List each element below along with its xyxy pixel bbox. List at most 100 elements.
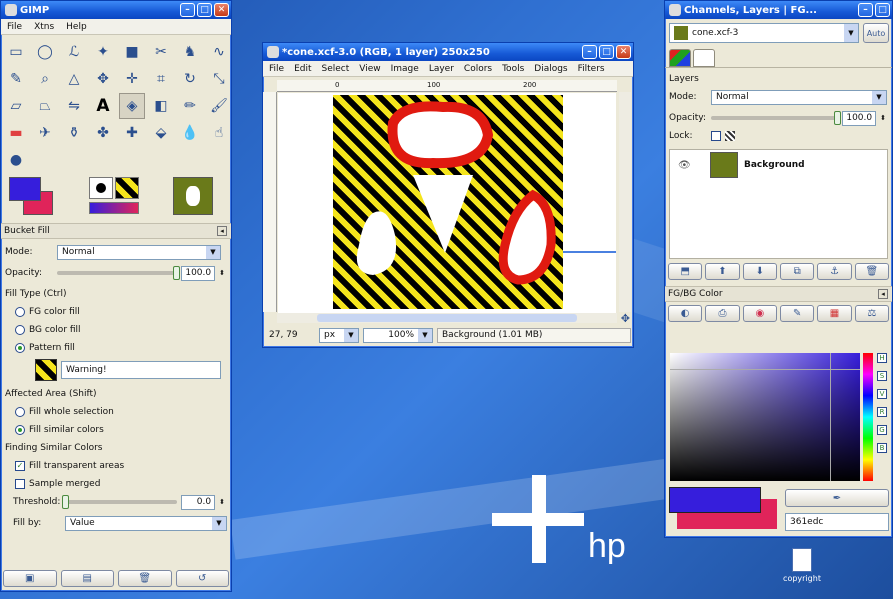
scissors-icon[interactable]: ✂ <box>148 39 174 65</box>
menu-view[interactable]: View <box>359 64 380 74</box>
maximize-button[interactable]: □ <box>197 3 212 17</box>
horizontal-ruler[interactable]: 0 100 200 <box>277 80 617 92</box>
palette-tab[interactable]: ▦ <box>817 305 852 322</box>
bg-fill-option[interactable]: BG color fill <box>1 321 231 339</box>
menu-file[interactable]: File <box>7 22 22 32</box>
zoom-select[interactable]: 100% ▼ <box>363 327 433 343</box>
color-picker-icon[interactable]: ✎ <box>3 66 29 92</box>
fgbg-swatches[interactable] <box>669 487 779 531</box>
menu-colors[interactable]: Colors <box>464 64 492 74</box>
menu-image[interactable]: Image <box>391 64 419 74</box>
ink-icon[interactable]: ⚱ <box>61 120 87 146</box>
menu-dialogs[interactable]: Dialogs <box>534 64 567 74</box>
scales-tab[interactable]: ⚖ <box>854 305 889 322</box>
delete-layer-button[interactable]: 🗑 <box>854 263 889 280</box>
raise-layer-button[interactable]: ⬆ <box>705 263 740 280</box>
toolbox-titlebar[interactable]: GIMP – □ ✕ <box>1 1 231 19</box>
hex-input[interactable]: 361edc <box>785 513 889 531</box>
threshold-slider-knob[interactable] <box>62 495 69 509</box>
opacity-slider-knob[interactable] <box>173 266 181 280</box>
pattern-fill-radio[interactable] <box>15 343 25 353</box>
lower-layer-button[interactable]: ⬇ <box>742 263 777 280</box>
panel-menu-icon[interactable]: ◂ <box>217 226 227 236</box>
crop-icon[interactable]: ⌗ <box>148 66 174 92</box>
auto-button[interactable]: Auto <box>863 23 889 43</box>
image-titlebar[interactable]: *cone.xcf-3.0 (RGB, 1 layer) 250x250 – □… <box>263 43 633 61</box>
gimp-selector-tab[interactable]: ◐ <box>668 305 703 322</box>
bucket-fill-icon[interactable]: ◈ <box>119 93 145 119</box>
dodge-burn-icon[interactable]: ● <box>3 147 29 173</box>
image-canvas[interactable] <box>333 95 563 309</box>
measure-icon[interactable]: △ <box>61 66 87 92</box>
eye-icon[interactable]: 👁 <box>678 160 704 171</box>
image-select[interactable]: cone.xcf-3 ▼ <box>669 23 859 43</box>
channel-b-toggle[interactable]: B <box>877 443 887 453</box>
fg-fill-radio[interactable] <box>15 307 25 317</box>
airbrush-icon[interactable]: ✈ <box>32 120 58 146</box>
hue-strip[interactable] <box>863 353 873 481</box>
pattern-fill-option[interactable]: Pattern fill <box>1 339 231 357</box>
menu-select[interactable]: Select <box>322 64 350 74</box>
color-select-icon[interactable]: ■ <box>119 39 145 65</box>
perspective-clone-icon[interactable]: ⬙ <box>148 120 174 146</box>
watercolor-tab[interactable]: ✎ <box>779 305 815 322</box>
clone-icon[interactable]: ✤ <box>90 120 116 146</box>
fill-similar-radio[interactable] <box>15 425 25 435</box>
desktop-icon[interactable]: copyright <box>772 548 832 596</box>
pattern-swatch[interactable] <box>35 359 57 381</box>
opacity-slider[interactable] <box>57 266 181 280</box>
foreground-select-icon[interactable]: ♞ <box>177 39 203 65</box>
paths-icon[interactable]: ∿ <box>206 39 232 65</box>
lock-alpha-checkbox[interactable] <box>711 131 721 141</box>
color-picker-button[interactable]: ✒ <box>785 489 889 507</box>
opacity-input[interactable]: 100.0 <box>181 265 216 281</box>
restore-options-button[interactable]: ▤ <box>60 570 114 587</box>
threshold-slider[interactable] <box>62 495 178 509</box>
spin-arrows-icon[interactable]: ⬍ <box>880 114 886 122</box>
menu-help[interactable]: Help <box>66 22 87 32</box>
channel-h-toggle[interactable]: H <box>877 353 887 363</box>
menu-edit[interactable]: Edit <box>294 64 311 74</box>
reset-options-button[interactable]: ↺ <box>175 570 229 587</box>
save-options-button[interactable]: ▣ <box>3 570 57 587</box>
layer-mode-select[interactable]: Normal ▼ <box>711 89 887 105</box>
fill-transparent-option[interactable]: ✓ Fill transparent areas <box>1 457 231 475</box>
rect-select-icon[interactable]: ▭ <box>3 39 29 65</box>
spin-arrows-icon[interactable]: ⬍ <box>219 498 225 506</box>
paintbrush-icon[interactable]: 🖌 <box>206 93 232 119</box>
channels-tab[interactable] <box>669 49 691 67</box>
maximize-button[interactable]: □ <box>599 45 614 59</box>
panel-menu-icon[interactable]: ◂ <box>878 289 888 299</box>
delete-options-button[interactable]: 🗑 <box>118 570 172 587</box>
threshold-input[interactable]: 0.0 <box>181 494 216 510</box>
active-image-thumbnail[interactable] <box>173 177 213 215</box>
text-icon[interactable]: A <box>90 93 116 119</box>
menu-filters[interactable]: Filters <box>578 64 605 74</box>
layer-opacity-input[interactable]: 100.0 <box>842 110 877 126</box>
minimize-button[interactable]: – <box>582 45 597 59</box>
scale-icon[interactable]: ⤡ <box>206 66 232 92</box>
unit-select[interactable]: px ▼ <box>319 327 359 343</box>
color-square[interactable] <box>670 353 860 481</box>
layer-row[interactable]: 👁 Background <box>670 150 887 180</box>
fill-similar-option[interactable]: Fill similar colors <box>1 421 231 439</box>
scrollbar-thumb[interactable] <box>317 314 577 322</box>
vertical-scrollbar[interactable] <box>619 92 631 312</box>
lasso-icon[interactable]: ℒ <box>61 39 87 65</box>
menu-xtns[interactable]: Xtns <box>34 22 54 32</box>
anchor-layer-button[interactable]: ⚓ <box>817 263 852 280</box>
smudge-icon[interactable]: ☝ <box>206 120 232 146</box>
close-button[interactable]: ✕ <box>616 45 631 59</box>
close-button[interactable]: ✕ <box>214 3 229 17</box>
fg-fill-option[interactable]: FG color fill <box>1 303 231 321</box>
fill-transparent-checkbox[interactable]: ✓ <box>15 461 25 471</box>
new-layer-button[interactable]: ⬒ <box>668 263 703 280</box>
mode-select[interactable]: Normal ▼ <box>57 244 221 260</box>
foreground-color-swatch[interactable] <box>9 177 41 201</box>
sample-merged-option[interactable]: Sample merged <box>1 475 231 493</box>
heal-icon[interactable]: ✚ <box>119 120 145 146</box>
sample-merged-checkbox[interactable] <box>15 479 25 489</box>
pattern-preview[interactable] <box>115 177 139 199</box>
channel-r-toggle[interactable]: R <box>877 407 887 417</box>
brush-preview[interactable] <box>89 177 113 199</box>
